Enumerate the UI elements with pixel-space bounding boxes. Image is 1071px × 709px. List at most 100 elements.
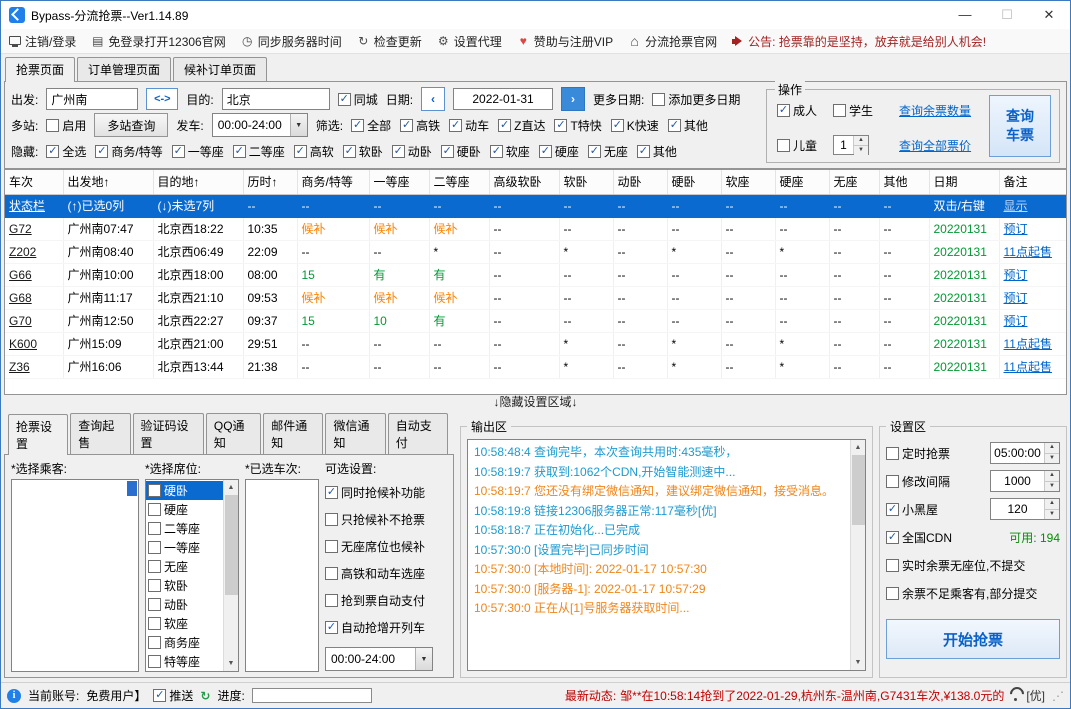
train-row[interactable]: Z202广州南08:40北京西06:4922:09----*--*--*--*-… — [5, 240, 1067, 263]
column-header-12[interactable]: 硬座 — [775, 170, 829, 194]
settings-tab-5[interactable]: 微信通知 — [325, 413, 385, 454]
settings-spinner-2[interactable]: 120▲▼ — [990, 498, 1060, 520]
seat-checkbox[interactable] — [148, 655, 161, 668]
stepper-buttons[interactable]: ▲▼ — [1044, 471, 1059, 491]
enable-multi-station-checkbox[interactable]: 启用 — [46, 117, 86, 134]
hide-checkbox-0-box[interactable]: ✓ — [46, 145, 59, 158]
selected-trains-listbox[interactable] — [245, 479, 319, 672]
train-cell-16[interactable]: 11点起售 — [999, 332, 1067, 355]
optional-checkbox-2[interactable]: 无座席位也候补 — [325, 538, 425, 555]
filter-checkbox-2[interactable]: ✓动车 — [449, 117, 489, 134]
optional-checkbox-5[interactable]: ✓自动抢增开列车 — [325, 619, 425, 636]
filter-checkbox-6-box[interactable]: ✓ — [668, 119, 681, 132]
column-header-8[interactable]: 软卧 — [559, 170, 613, 194]
hide-checkbox-3-box[interactable]: ✓ — [233, 145, 246, 158]
seat-item[interactable]: 软卧 — [146, 576, 223, 595]
seat-checkbox[interactable] — [148, 636, 161, 649]
filter-checkbox-3[interactable]: ✓Z直达 — [498, 117, 545, 134]
seat-item[interactable]: 二等座 — [146, 519, 223, 538]
settings-checkbox-1-box[interactable] — [886, 475, 899, 488]
column-header-13[interactable]: 无座 — [829, 170, 879, 194]
hide-checkbox-11-box[interactable]: ✓ — [637, 145, 650, 158]
scrollbar-thumb[interactable] — [225, 495, 238, 595]
column-header-3[interactable]: 历时↑ — [243, 170, 297, 194]
menu-item-2[interactable]: ◷同步服务器时间 — [241, 33, 342, 50]
scrollbar-track[interactable] — [224, 495, 238, 656]
chevron-down-icon[interactable]: ▼ — [415, 648, 432, 670]
column-header-2[interactable]: 目的地↑ — [153, 170, 243, 194]
train-row[interactable]: G72广州南07:47北京西18:2210:35候补候补候补----------… — [5, 217, 1067, 240]
optional-checkbox-1-box[interactable] — [325, 513, 338, 526]
query-ticket-button[interactable]: 查询车票 — [989, 95, 1051, 157]
stepper-down-icon[interactable]: ▼ — [1045, 454, 1059, 464]
stepper-buttons[interactable]: ▲▼ — [853, 136, 868, 154]
hide-checkbox-2-box[interactable]: ✓ — [172, 145, 185, 158]
query-all-price-link[interactable]: 查询全部票价 — [899, 137, 971, 154]
hide-checkbox-4-box[interactable]: ✓ — [294, 145, 307, 158]
multi-station-query-button[interactable]: 多站查询 — [94, 113, 168, 137]
column-header-16[interactable]: 备注 — [999, 170, 1067, 194]
hide-checkbox-3[interactable]: ✓二等座 — [233, 143, 285, 160]
column-header-15[interactable]: 日期 — [929, 170, 999, 194]
adult-checkbox-box[interactable]: ✓ — [777, 104, 790, 117]
filter-checkbox-0-box[interactable]: ✓ — [351, 119, 364, 132]
start-grab-button[interactable]: 开始抢票 — [886, 619, 1060, 659]
resize-grip[interactable]: ⋰ — [1052, 689, 1064, 703]
stepper-buttons[interactable]: ▲▼ — [1044, 499, 1059, 519]
optional-checkbox-3[interactable]: 高铁和动车选座 — [325, 565, 425, 582]
student-checkbox[interactable]: 学生 — [833, 102, 899, 119]
seat-item[interactable]: 一等座 — [146, 538, 223, 557]
query-remaining-link[interactable]: 查询余票数量 — [899, 102, 971, 119]
hide-checkbox-9-box[interactable]: ✓ — [539, 145, 552, 158]
filter-checkbox-4[interactable]: ✓T特快 — [554, 117, 601, 134]
stepper-up-icon[interactable]: ▲ — [854, 136, 868, 146]
seat-checkbox[interactable] — [148, 579, 161, 592]
hide-checkbox-9[interactable]: ✓硬座 — [539, 143, 579, 160]
settings-tab-3[interactable]: QQ通知 — [206, 413, 261, 454]
optional-checkbox-4[interactable]: 抢到票自动支付 — [325, 592, 425, 609]
depart-input[interactable] — [46, 88, 138, 110]
seat-item[interactable]: 软座 — [146, 614, 223, 633]
column-header-9[interactable]: 动卧 — [613, 170, 667, 194]
train-row[interactable]: G66广州南10:00北京西18:0008:0015有有------------… — [5, 263, 1067, 286]
filter-checkbox-5[interactable]: ✓K快速 — [611, 117, 659, 134]
page-tab-0[interactable]: 抢票页面 — [5, 57, 75, 82]
scrollbar-track[interactable] — [851, 455, 865, 655]
seat-item[interactable]: 商务座 — [146, 633, 223, 652]
seat-item[interactable]: 硬卧 — [146, 481, 223, 500]
page-tab-1[interactable]: 订单管理页面 — [77, 57, 171, 81]
filter-checkbox-2-box[interactable]: ✓ — [449, 119, 462, 132]
seat-checkbox[interactable] — [148, 541, 161, 554]
adult-checkbox[interactable]: ✓成人 — [777, 102, 833, 119]
hide-checkbox-6-box[interactable]: ✓ — [392, 145, 405, 158]
filter-checkbox-1[interactable]: ✓高铁 — [400, 117, 440, 134]
settings-checkbox-3-box[interactable]: ✓ — [886, 531, 899, 544]
settings-checkbox-5[interactable]: 余票不足乘客有,部分提交 — [886, 585, 1060, 602]
status-row[interactable]: 状态栏(↑)已选0列(↓)未选7列-----------------------… — [5, 194, 1067, 217]
status-cell-0[interactable]: 状态栏 — [5, 194, 63, 217]
column-header-6[interactable]: 二等座 — [429, 170, 489, 194]
train-cell-16[interactable]: 预订 — [999, 309, 1067, 332]
seat-checkbox[interactable] — [148, 617, 161, 630]
same-city-checkbox[interactable]: ✓同城 — [338, 91, 378, 108]
close-button[interactable]: ✕ — [1028, 1, 1070, 29]
settings-checkbox-0-box[interactable] — [886, 447, 899, 460]
hide-checkbox-8-box[interactable]: ✓ — [490, 145, 503, 158]
train-cell-16[interactable]: 预订 — [999, 286, 1067, 309]
hide-checkbox-1[interactable]: ✓商务/特等 — [95, 143, 162, 160]
column-header-4[interactable]: 商务/特等 — [297, 170, 369, 194]
hide-checkbox-2[interactable]: ✓一等座 — [172, 143, 224, 160]
push-checkbox[interactable]: ✓推送 — [153, 687, 193, 704]
train-cell-0[interactable]: Z36 — [5, 355, 63, 378]
hide-checkbox-0[interactable]: ✓全选 — [46, 143, 86, 160]
filter-checkbox-6[interactable]: ✓其他 — [668, 117, 708, 134]
child-checkbox-box[interactable] — [777, 139, 790, 152]
stepper-up-icon[interactable]: ▲ — [1045, 499, 1059, 510]
menu-item-4[interactable]: ⚙设置代理 — [437, 33, 502, 50]
scroll-down-icon[interactable]: ▼ — [851, 655, 865, 670]
train-row[interactable]: G70广州南12:50北京西22:2709:371510有-----------… — [5, 309, 1067, 332]
seat-checkbox[interactable] — [148, 503, 161, 516]
grab-time-select[interactable]: 00:00-24:00 ▼ — [325, 647, 433, 671]
seat-item[interactable]: 硬座 — [146, 500, 223, 519]
child-checkbox[interactable]: 儿童 — [777, 137, 833, 154]
